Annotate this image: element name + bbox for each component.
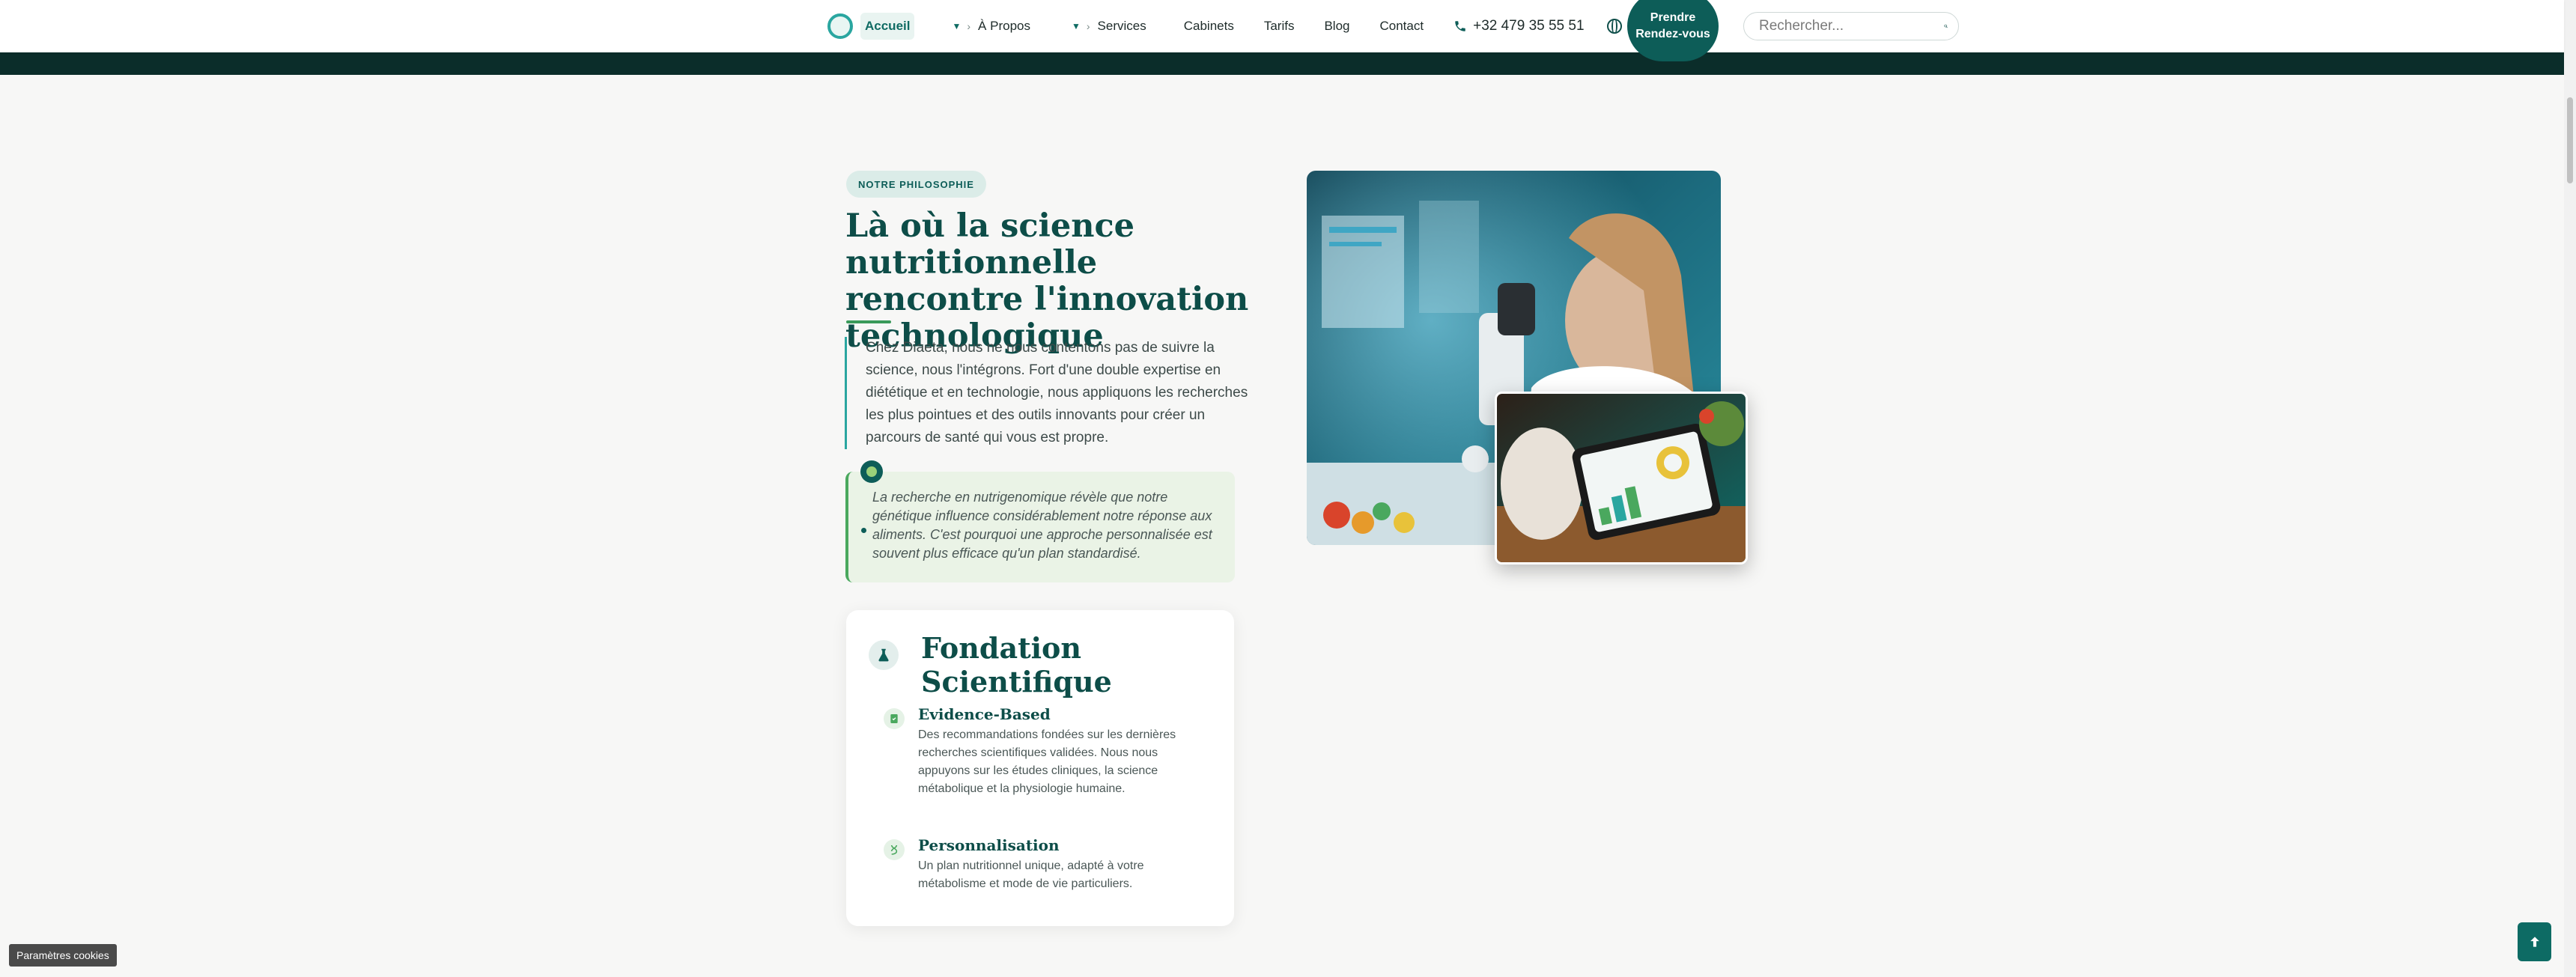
caret-down-icon: ▼ — [952, 21, 963, 31]
caret-down-icon: ▼ — [1071, 21, 1082, 31]
main-nav: Accueil ▼ › À Propos ▼ › Services Cabine… — [827, 0, 1647, 52]
phone-number: +32 479 35 55 51 — [1473, 18, 1585, 34]
search-input[interactable] — [1758, 17, 1944, 35]
nav-services-label: Services — [1097, 19, 1146, 33]
nav-cabinets[interactable]: Cabinets — [1184, 19, 1234, 34]
nav-a-propos[interactable]: ▼ › À Propos — [952, 19, 1030, 34]
arrow-up-icon — [2530, 937, 2539, 947]
chevron-right-icon: › — [1086, 20, 1090, 32]
document-check-icon — [884, 708, 905, 729]
book-appointment-label: Prendre Rendez-vous — [1635, 11, 1710, 40]
site-logo[interactable] — [827, 13, 853, 39]
card-title: Fondation Scientifique — [921, 631, 1112, 698]
section-badge-label: NOTRE PHILOSOPHIE — [858, 178, 974, 190]
feature-description: Des recommandations fondées sur les dern… — [918, 728, 1176, 795]
scientific-foundation-card: Fondation Scientifique Evidence-Based De… — [846, 610, 1234, 926]
cookie-settings-label: Paramètres cookies — [16, 949, 109, 961]
scroll-to-top-button[interactable] — [2518, 922, 2551, 961]
feature-title: Evidence-Based — [918, 705, 1051, 723]
nav-cabinets-label: Cabinets — [1183, 19, 1234, 33]
intro-paragraph: Chez Diaeta, nous ne nous contentons pas… — [845, 337, 1255, 449]
title-underline — [846, 320, 891, 323]
nav-contact[interactable]: Contact — [1380, 19, 1424, 34]
phone-icon — [1455, 21, 1465, 31]
section-badge: NOTRE PHILOSOPHIE — [846, 171, 986, 198]
hero-bottom-band — [0, 52, 2564, 75]
research-quote: La recherche en nutrigenomique révèle qu… — [845, 472, 1235, 582]
feature-title: Personnalisation — [918, 836, 1060, 854]
search-icon[interactable] — [1944, 19, 1948, 34]
scrollbar-thumb[interactable] — [2567, 97, 2573, 183]
nav-tarifs[interactable]: Tarifs — [1264, 19, 1295, 34]
nav-contact-label: Contact — [1379, 19, 1424, 33]
nav-accueil-label: Accueil — [865, 19, 911, 33]
nav-blog-label: Blog — [1324, 19, 1350, 33]
site-header: Accueil ▼ › À Propos ▼ › Services Cabine… — [0, 0, 2564, 52]
nav-services[interactable]: ▼ › Services — [1072, 19, 1146, 34]
section-title: Là où la science nutritionnelle rencontr… — [845, 207, 1249, 355]
flask-icon — [869, 640, 899, 670]
nutrition-tablet-image — [1495, 392, 1748, 564]
dna-icon — [884, 839, 905, 860]
lightbulb-icon — [860, 460, 883, 483]
bullet-dot — [861, 528, 866, 533]
nav-accueil[interactable]: Accueil — [860, 13, 915, 40]
nav-a-propos-label: À Propos — [978, 19, 1030, 33]
quote-text: La recherche en nutrigenomique révèle qu… — [872, 490, 1212, 561]
nav-blog[interactable]: Blog — [1324, 19, 1349, 34]
phone-link[interactable]: +32 479 35 55 51 — [1453, 18, 1585, 34]
book-appointment-button[interactable]: Prendre Rendez-vous — [1627, 0, 1719, 61]
nav-tarifs-label: Tarifs — [1263, 19, 1295, 33]
feature-description: Un plan nutritionnel unique, adapté à vo… — [918, 859, 1144, 890]
chevron-right-icon: › — [967, 20, 971, 32]
globe-icon — [1606, 19, 1622, 34]
search-box — [1743, 12, 1959, 40]
cookie-settings-button[interactable]: Paramètres cookies — [9, 944, 117, 967]
